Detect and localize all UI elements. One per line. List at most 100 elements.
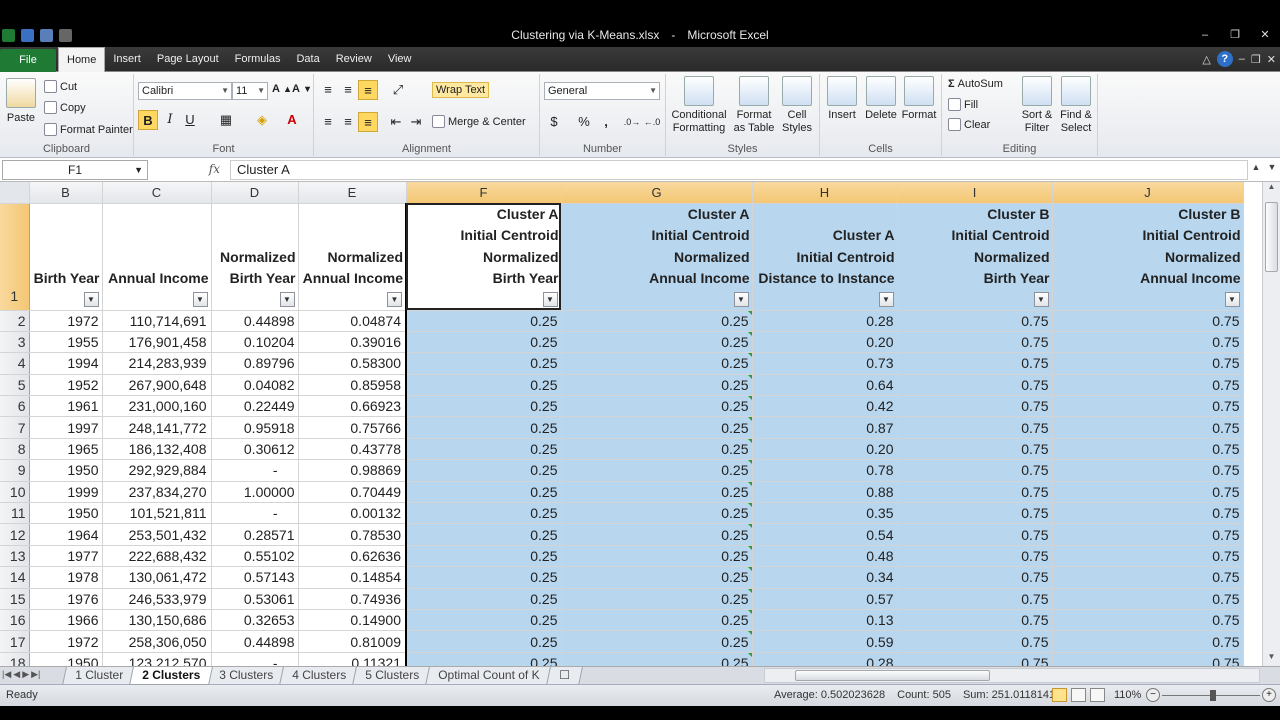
cell[interactable]: 0.00132 — [298, 502, 407, 525]
borders-icon[interactable]: ▦ — [216, 110, 236, 130]
cell[interactable]: 222,688,432 — [102, 545, 212, 568]
row-header[interactable]: 11 — [0, 502, 30, 525]
cell[interactable]: - — [211, 502, 299, 525]
cell[interactable]: 0.25 — [561, 566, 753, 589]
cell[interactable]: 0.75 — [897, 374, 1053, 397]
cell[interactable]: 0.25 — [405, 566, 562, 589]
cell[interactable]: 176,901,458 — [102, 331, 212, 354]
cell[interactable]: 214,283,939 — [102, 352, 212, 375]
zoom-knob[interactable] — [1210, 690, 1216, 701]
cell[interactable]: 110,714,691 — [102, 310, 212, 332]
cell[interactable]: 0.95918 — [211, 416, 299, 439]
format-cells-button[interactable]: Format — [900, 76, 938, 122]
cell[interactable]: 0.75 — [1052, 502, 1244, 525]
cell[interactable]: 1.00000 — [211, 481, 299, 504]
ribbon-tab-review[interactable]: Review — [328, 47, 380, 72]
cell[interactable]: 0.25 — [405, 310, 562, 332]
filter-dropdown-icon[interactable]: ▼ — [542, 291, 558, 307]
cell[interactable]: 0.59 — [752, 630, 898, 653]
cell[interactable]: 0.75 — [1052, 652, 1244, 666]
header-cell[interactable]: Cluster A Initial Centroid Distance to Ins… — [752, 203, 898, 311]
cell[interactable]: 0.25 — [561, 481, 753, 504]
doc-close-icon[interactable]: ✕ — [1267, 53, 1276, 66]
align-bottom-icon[interactable]: ≡ — [358, 80, 378, 100]
sheet-tab[interactable]: 1 Cluster — [62, 667, 136, 685]
row-header[interactable]: 16 — [0, 609, 30, 632]
page-break-view-icon[interactable] — [1090, 688, 1105, 702]
increase-indent-icon[interactable]: ⇥ — [406, 112, 426, 132]
filter-dropdown-icon[interactable]: ▼ — [279, 291, 295, 307]
sheet-tab[interactable]: 2 Clusters — [129, 667, 213, 685]
sheet-tab[interactable]: 5 Clusters — [352, 667, 433, 685]
cell[interactable]: 0.98869 — [298, 459, 407, 482]
wrap-text-button[interactable]: Wrap Text — [432, 82, 490, 98]
column-header[interactable]: G — [561, 182, 753, 204]
cell[interactable]: 0.89796 — [211, 352, 299, 375]
zoom-slider[interactable]: − + — [1146, 688, 1276, 704]
cell[interactable]: 0.64 — [752, 374, 898, 397]
align-center-icon[interactable]: ≡ — [338, 112, 358, 132]
cell[interactable]: 0.87 — [752, 416, 898, 439]
cell[interactable]: 0.55102 — [211, 545, 299, 568]
cell[interactable]: 0.62636 — [298, 545, 407, 568]
cell[interactable]: 0.20 — [752, 438, 898, 461]
header-cell[interactable]: Normalized Annual Income ▼ — [298, 203, 407, 311]
currency-button[interactable]: $ — [544, 112, 564, 132]
row-header[interactable]: 1 — [0, 203, 30, 311]
cell[interactable]: 0.88 — [752, 481, 898, 504]
increase-decimal-icon[interactable]: .0→ — [622, 112, 642, 132]
column-header[interactable]: I — [897, 182, 1053, 204]
cell[interactable]: 0.75 — [897, 481, 1053, 504]
cell[interactable]: 0.25 — [405, 395, 562, 418]
header-cell[interactable]: Annual Income ▼ — [102, 203, 212, 311]
cell[interactable]: 0.75 — [897, 609, 1053, 632]
cell[interactable]: 1966 — [29, 609, 103, 632]
decrease-indent-icon[interactable]: ⇤ — [386, 112, 406, 132]
grow-font-button[interactable]: A ▲ — [272, 83, 292, 95]
horizontal-scroll-thumb[interactable] — [795, 670, 990, 681]
cell[interactable]: 0.66923 — [298, 395, 407, 418]
cell[interactable]: 0.04874 — [298, 310, 407, 332]
cell[interactable]: 0.25 — [405, 438, 562, 461]
cell[interactable]: 0.48 — [752, 545, 898, 568]
close-button[interactable]: ✕ — [1250, 26, 1280, 44]
ribbon-tab-insert[interactable]: Insert — [105, 47, 149, 72]
cell[interactable]: 1965 — [29, 438, 103, 461]
find-select-button[interactable]: Find & Select — [1056, 76, 1096, 135]
filter-dropdown-icon[interactable]: ▼ — [1224, 291, 1240, 307]
underline-button[interactable]: U — [180, 110, 200, 130]
column-header[interactable]: J — [1052, 182, 1244, 204]
cell[interactable]: 1976 — [29, 588, 103, 610]
column-header[interactable]: E — [298, 182, 407, 204]
cell[interactable]: 0.75 — [1052, 416, 1244, 439]
number-format-combo[interactable]: General ▼ — [544, 82, 660, 100]
cell[interactable]: 237,834,270 — [102, 481, 212, 504]
cell[interactable]: 0.75 — [897, 331, 1053, 354]
cell[interactable]: 0.25 — [405, 609, 562, 632]
header-cell[interactable]: Cluster A Initial Centroid Normalized Annua… — [561, 203, 753, 311]
cell[interactable]: 0.28 — [752, 310, 898, 332]
cell[interactable]: 0.53061 — [211, 588, 299, 610]
cell[interactable]: 0.25 — [405, 416, 562, 439]
page-layout-view-icon[interactable] — [1071, 688, 1086, 702]
ribbon-minimize-icon[interactable]: △ — [1202, 53, 1210, 66]
ribbon-tab-view[interactable]: View — [380, 47, 420, 72]
cell[interactable]: 246,533,979 — [102, 588, 212, 610]
font-name-combo[interactable]: Calibri ▼ — [138, 82, 232, 100]
comma-button[interactable]: , — [596, 112, 616, 132]
cell[interactable]: 0.25 — [561, 416, 753, 439]
cell[interactable]: 0.73 — [752, 352, 898, 375]
cell[interactable]: 0.25 — [405, 588, 562, 610]
header-cell[interactable]: Cluster B Initial Centroid Normalized Birth… — [897, 203, 1053, 311]
cell[interactable]: 248,141,772 — [102, 416, 212, 439]
italic-button[interactable]: I — [160, 110, 180, 130]
shrink-font-button[interactable]: A ▼ — [292, 83, 312, 95]
cell[interactable]: 0.32653 — [211, 609, 299, 632]
cell[interactable]: 0.75 — [1052, 459, 1244, 482]
cell[interactable]: 123,212,570 — [102, 652, 212, 666]
insert-cells-button[interactable]: Insert — [824, 76, 860, 122]
ribbon-tab-formulas[interactable]: Formulas — [227, 47, 289, 72]
sheet-tab[interactable]: 4 Clusters — [279, 667, 360, 685]
cell-styles-button[interactable]: Cell Styles — [778, 76, 816, 135]
cell[interactable]: 130,150,686 — [102, 609, 212, 632]
